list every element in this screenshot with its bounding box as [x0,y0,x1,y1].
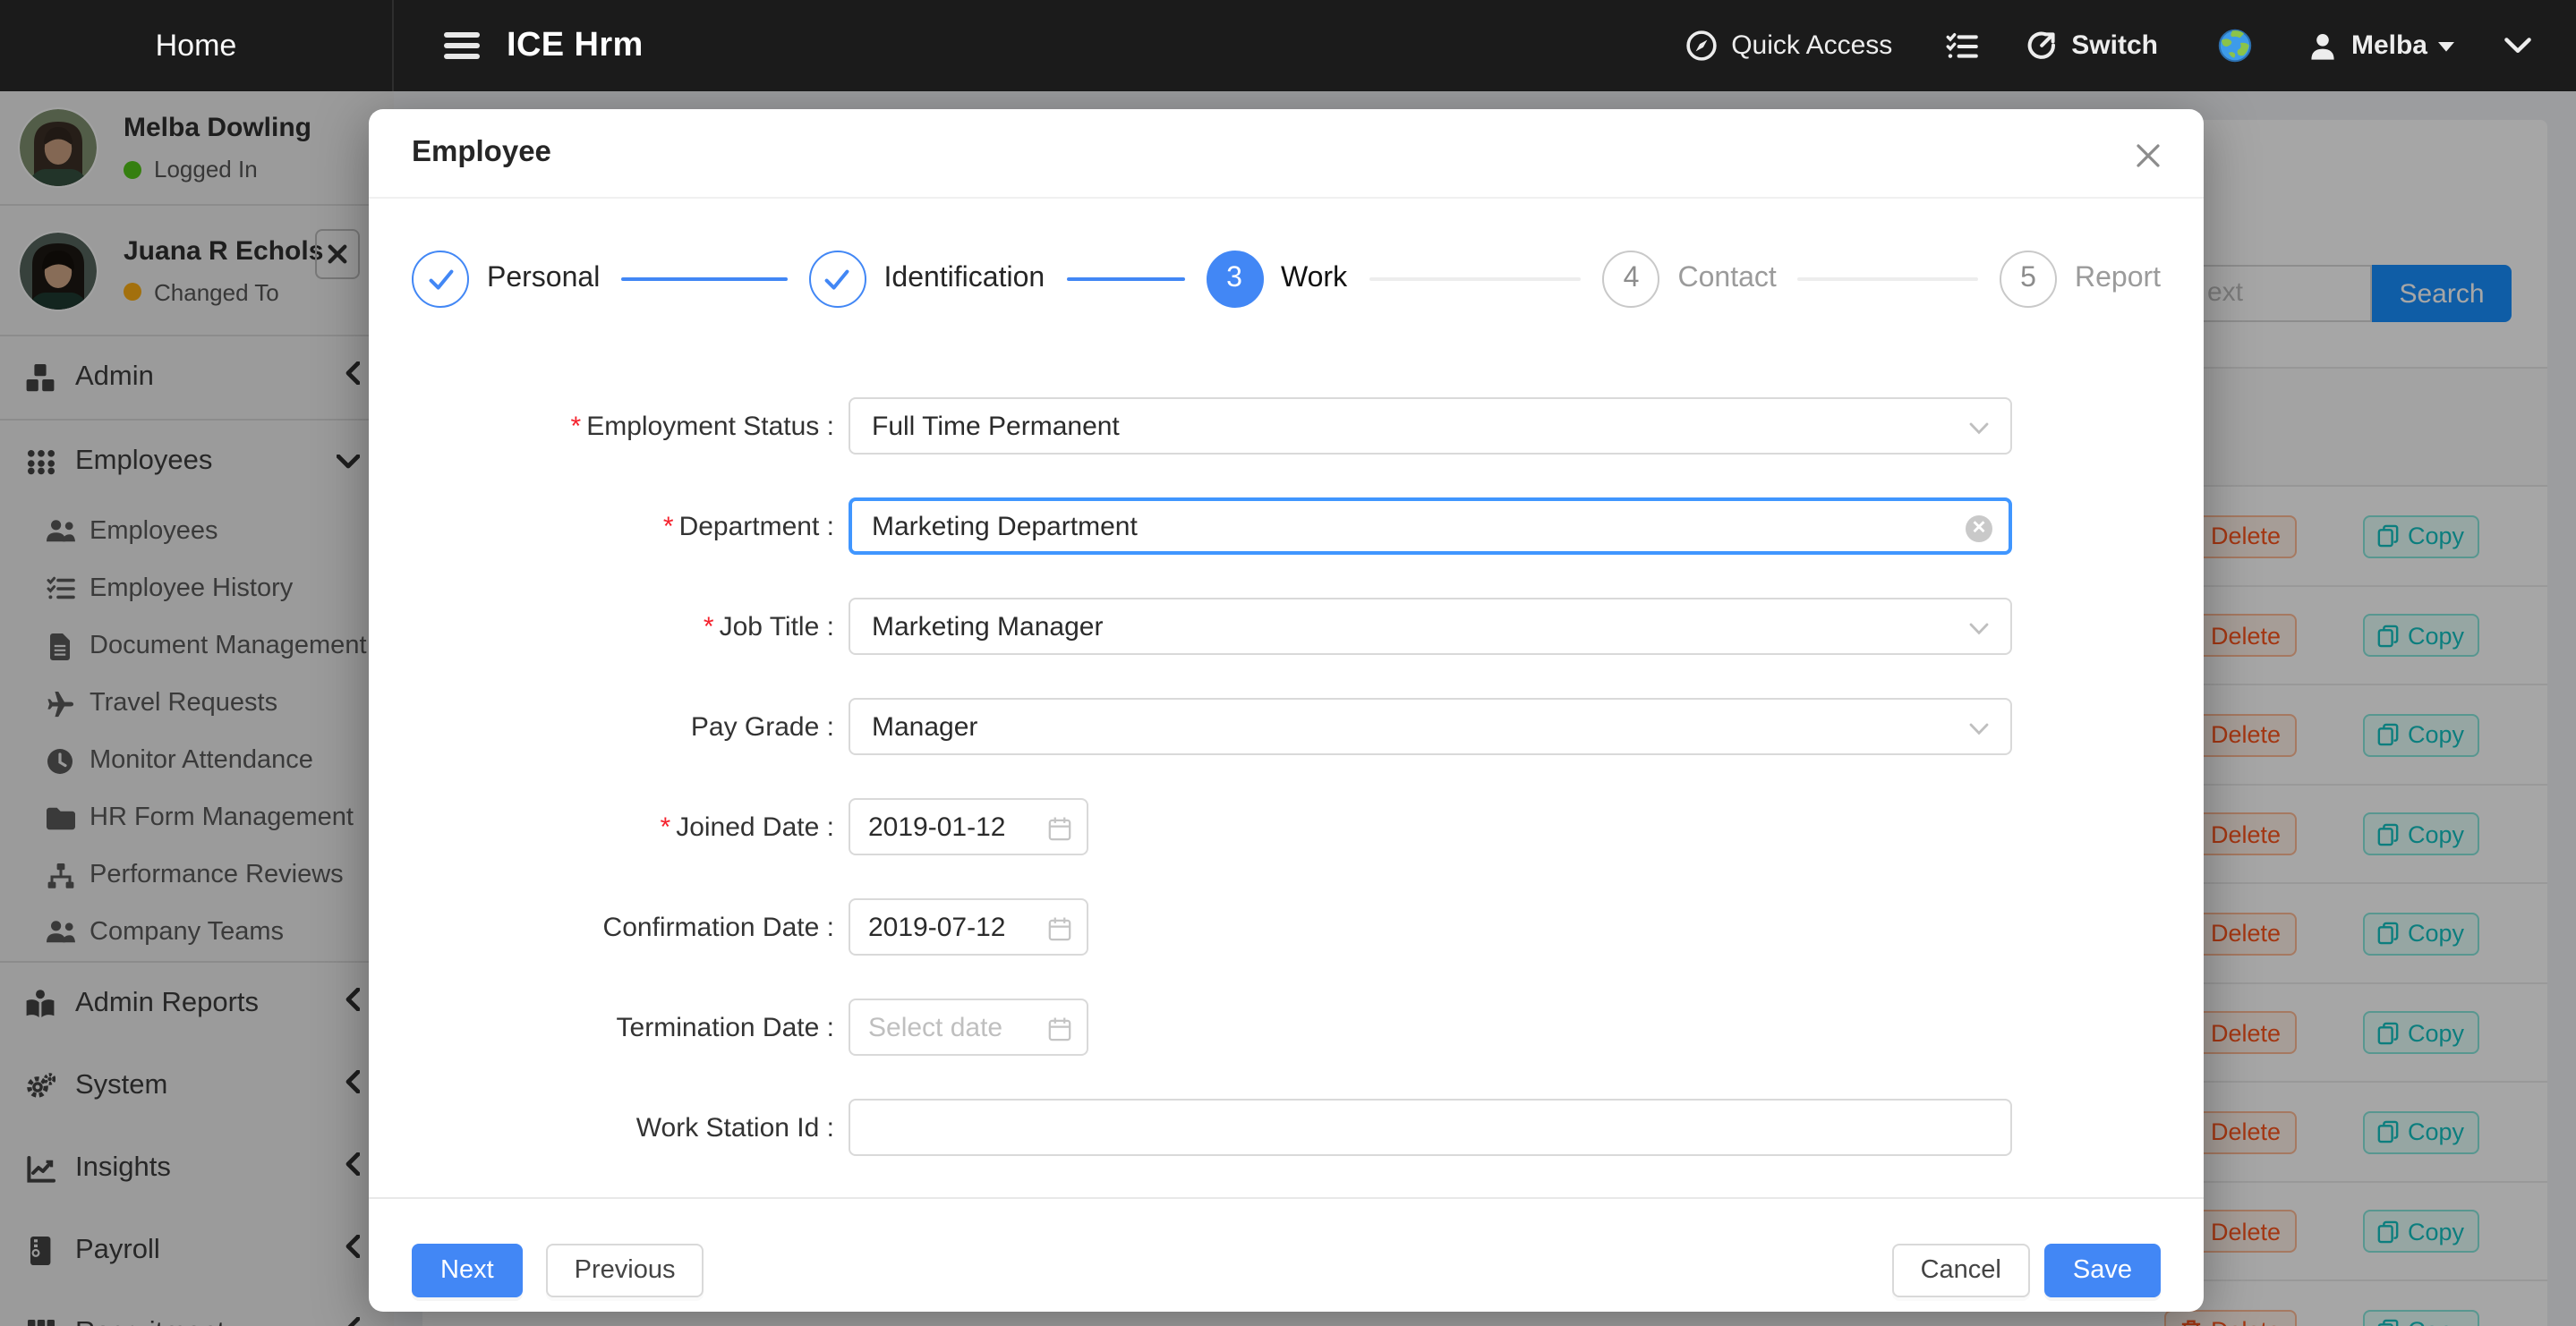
field-label: *Job Title : [412,611,834,642]
step-personal[interactable]: Personal [412,251,809,308]
step-contact[interactable]: 4 Contact [1603,251,2000,308]
save-button[interactable]: Save [2044,1244,2161,1297]
form-row-confirmation-date: Confirmation Date : 2019-07-12 [412,898,2161,956]
close-icon [2136,143,2161,168]
field-label: Pay Grade : [412,711,834,742]
modal-footer: Next Previous Cancel Save [369,1197,2204,1312]
cancel-button[interactable]: Cancel [1892,1244,2030,1297]
switch-icon [2026,30,2057,61]
user-menu[interactable]: Melba [2310,30,2454,61]
compass-icon [1686,30,1717,61]
calendar-icon [1047,1016,1072,1041]
step-identification[interactable]: Identification [809,251,1207,308]
field-label: Confirmation Date : [412,912,834,942]
department-select[interactable]: Marketing Department ✕ [849,497,2012,555]
quick-access-button[interactable]: Quick Access [1686,30,1892,61]
globe-icon [2219,29,2253,63]
joined-date-picker[interactable]: 2019-01-12 [849,798,1088,855]
modal-header: Employee [369,109,2204,199]
job-title-select[interactable]: Marketing Manager [849,598,2012,655]
placeholder-text: Select date [868,1012,1002,1042]
form-row-joined-date: *Joined Date : 2019-01-12 [412,798,2161,855]
wizard-steps: Personal Identification 3 Work 4 Contact [412,251,2161,308]
app-brand: ICE Hrm [507,26,644,65]
app-viewport: Melba Dowling Logged In Juana R Echols [0,0,2576,1326]
required-marker: * [661,812,671,842]
work-form: *Employment Status : Full Time Permanent… [412,397,2161,1156]
required-marker: * [663,511,674,541]
form-row-work-station-id: Work Station Id : [412,1099,2161,1156]
form-row-termination-date: Termination Date : Select date [412,999,2161,1056]
chevron-down-icon [1969,422,1989,435]
step-work[interactable]: 3 Work [1206,251,1603,308]
required-marker: * [571,411,582,441]
pay-grade-select[interactable]: Manager [849,698,2012,755]
form-row-pay-grade: Pay Grade : Manager [412,698,2161,755]
step-number: 5 [2000,251,2057,308]
language-button[interactable] [2219,29,2253,63]
caret-down-icon [2438,40,2454,51]
modal-title: Employee [412,136,551,170]
tasks-button[interactable] [1946,31,1978,60]
check-icon [427,268,454,291]
user-icon [2310,31,2337,60]
field-label: *Employment Status : [412,411,834,441]
employment-status-select[interactable]: Full Time Permanent [849,397,2012,455]
calendar-icon [1047,916,1072,941]
nav-home[interactable]: Home [0,0,394,91]
chevron-down-icon [1969,723,1989,735]
form-row-employment-status: *Employment Status : Full Time Permanent [412,397,2161,455]
confirmation-date-picker[interactable]: 2019-07-12 [849,898,1088,956]
checklist-icon [1946,31,1978,60]
calendar-icon [1047,816,1072,841]
field-label: *Joined Date : [412,812,834,842]
next-button[interactable]: Next [412,1244,523,1297]
employee-modal: Employee Personal Identification [369,109,2204,1312]
form-row-job-title: *Job Title : Marketing Manager [412,598,2161,655]
step-number: 4 [1603,251,1660,308]
work-station-id-input[interactable] [849,1099,2012,1156]
termination-date-picker[interactable]: Select date [849,999,1088,1056]
field-label: Work Station Id : [412,1112,834,1143]
switch-button[interactable]: Switch [2026,30,2158,61]
step-number: 3 [1206,251,1263,308]
form-row-department: *Department : Marketing Department ✕ [412,497,2161,555]
collapse-navbar-button[interactable] [2504,38,2531,54]
field-label: Termination Date : [412,1012,834,1042]
step-report[interactable]: 5 Report [2000,251,2161,308]
chevron-down-icon [1969,623,1989,635]
clear-icon[interactable]: ✕ [1966,515,1992,542]
chevron-down-icon [2504,38,2531,54]
check-icon [824,268,851,291]
top-navbar: Home ICE Hrm Quick Access [0,0,2576,91]
menu-icon[interactable] [444,32,480,59]
required-marker: * [704,611,714,642]
previous-button[interactable]: Previous [546,1244,704,1297]
modal-close-button[interactable] [2121,129,2175,183]
field-label: *Department : [412,511,834,541]
